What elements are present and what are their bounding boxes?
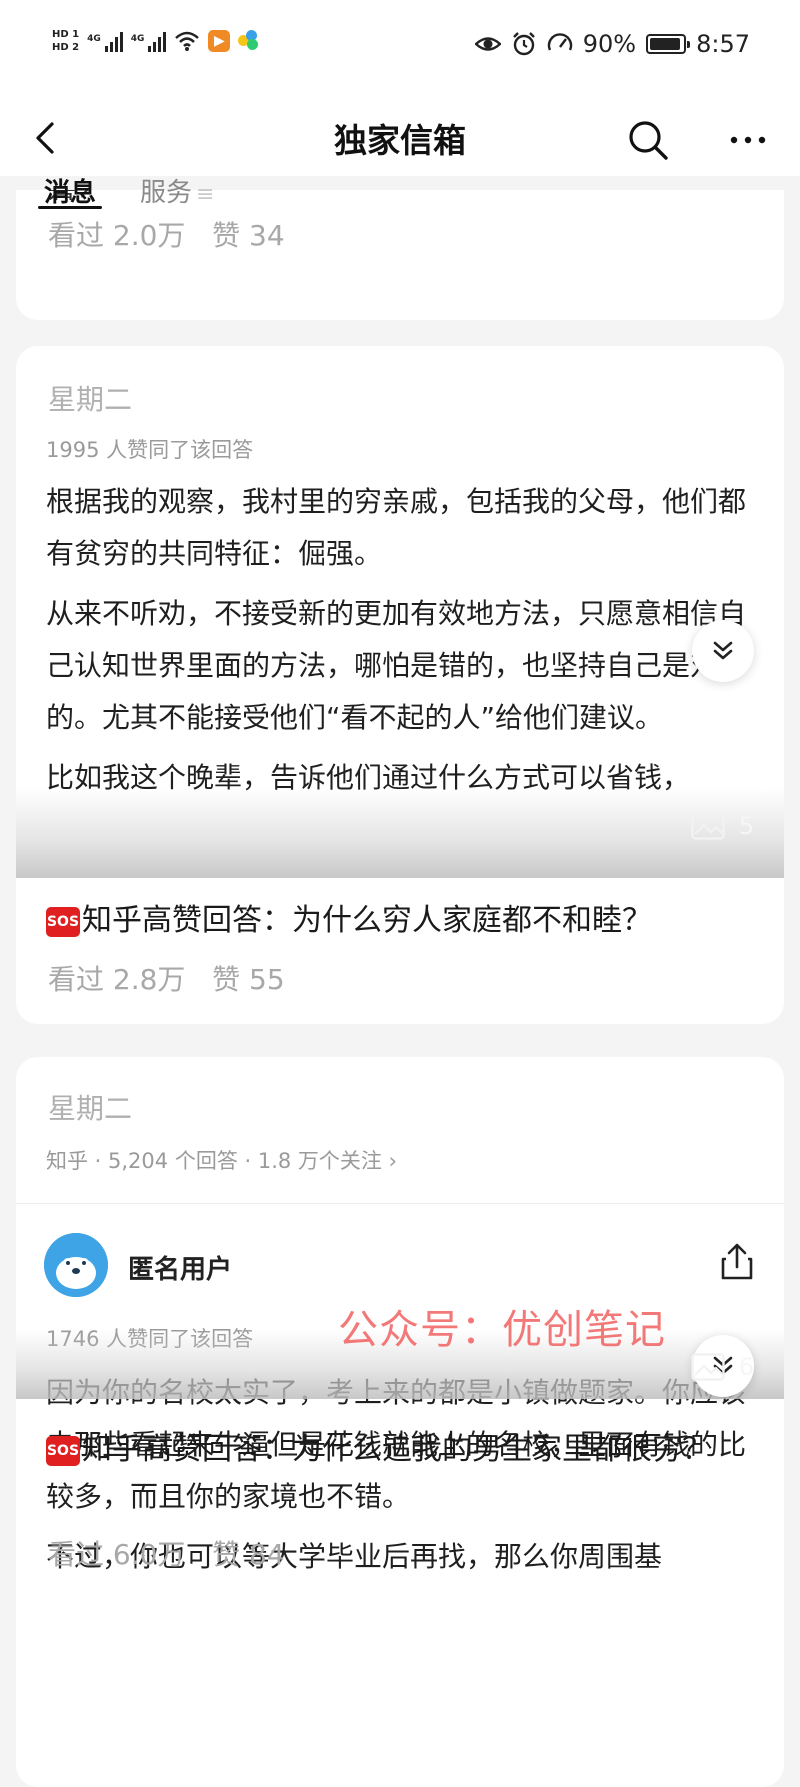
image-icon [691, 1353, 725, 1381]
list-icon: ≡ [196, 182, 215, 207]
image-count-value: 5 [738, 812, 754, 840]
signal-icon-2 [148, 30, 167, 52]
answer-excerpt: 因为你的名校太实了，考上来的都是小镇做题家。你应该去那些看起来牛逼但是花钱就能上… [46, 1367, 750, 1667]
username[interactable]: 匿名用户 [128, 1249, 232, 1286]
sos-icon: SOS [46, 1435, 80, 1466]
article-title-text: 知乎高赞回答：为什么追我的男生家里都很穷？ [82, 1432, 712, 1467]
sim1-label: HD 1 [52, 29, 80, 40]
image-count: 5 [691, 812, 754, 840]
card-date: 星期二 [48, 1092, 133, 1125]
network-type-2: 4G [130, 34, 145, 44]
status-left: HD 1 HD 2 4G 4G ▶ [52, 28, 260, 54]
app-notification-icon-2 [238, 30, 260, 52]
views-count: 看过 6.0万 [48, 1538, 186, 1571]
article-stats: 看过 2.0万 赞 34 [48, 214, 285, 254]
article-title[interactable]: SOS知乎高赞回答：为什么穷人家庭都不和睦？ [46, 898, 766, 944]
divider [16, 1203, 784, 1204]
tab-bar: 消息 服务 ≡ [0, 172, 800, 212]
views-count: 看过 2.0万 [48, 219, 186, 252]
likes-count: 赞 55 [212, 963, 285, 996]
share-icon[interactable] [720, 1243, 754, 1281]
eye-icon [474, 37, 501, 51]
article-title-text: 知乎高赞回答：为什么穷人家庭都不和睦？ [82, 903, 652, 938]
sos-icon: SOS [46, 906, 80, 937]
search-icon[interactable] [626, 118, 670, 162]
tab-services-label: 服务 [140, 178, 193, 208]
avatar[interactable] [44, 1233, 108, 1297]
network-type-1: 4G [87, 34, 101, 44]
tab-services[interactable]: 服务 ≡ [140, 172, 214, 209]
expand-button[interactable] [692, 620, 754, 682]
question-meta-text: 知乎 · 5,204 个回答 · 1.8 万个关注 [46, 1149, 382, 1173]
top-navbar: 独家信箱 [0, 100, 800, 176]
likes-count: 赞 84 [212, 1538, 285, 1571]
image-count-value: 6 [738, 1353, 754, 1381]
agree-count: 1995 人赞同了该回答 [46, 438, 254, 462]
watermark: 公众号：优创笔记 [338, 1307, 666, 1353]
image-count: 6 [691, 1353, 754, 1381]
signal-icon [104, 30, 123, 52]
alarm-icon [512, 32, 535, 56]
status-bar: HD 1 HD 2 4G 4G ▶ 90% 8:57 [0, 0, 800, 100]
likes-count: 赞 34 [212, 219, 285, 252]
answer-paragraph: 从来不听劝，不接受新的更加有效地方法，只愿意相信自己认知世界里面的方法，哪怕是错… [46, 597, 747, 734]
answer-paragraph: 根据我的观察，我村里的穷亲戚，包括我的父母，他们都有贫穷的共同特征：倔强。 [46, 485, 747, 570]
speed-icon [547, 33, 572, 51]
more-menu-icon[interactable] [726, 118, 770, 162]
article-stats: 看过 6.0万 赞 84 [48, 1533, 285, 1573]
excerpt-fade [16, 788, 784, 878]
battery-icon [646, 34, 691, 54]
views-count: 看过 2.8万 [48, 963, 186, 996]
article-stats: 看过 2.8万 赞 55 [48, 958, 285, 998]
card-date: 星期二 [48, 383, 133, 416]
sim2-label: HD 2 [52, 42, 80, 53]
clock: 8:57 [696, 30, 750, 58]
tab-messages[interactable]: 消息 [37, 172, 103, 209]
article-card-1[interactable]: 星期二 1995 人赞同了该回答 根据我的观察，我村里的穷亲戚，包括我的父母，他… [16, 346, 784, 1024]
anonymous-avatar-icon [44, 1233, 108, 1297]
wifi-icon [175, 31, 200, 51]
app-notification-icon: ▶ [208, 30, 231, 52]
question-meta[interactable]: 知乎 · 5,204 个回答 · 1.8 万个关注 › [46, 1145, 397, 1175]
article-title[interactable]: SOS知乎高赞回答：为什么追我的男生家里都很穷？ [46, 1427, 766, 1473]
battery-percent: 90% [582, 30, 637, 58]
chevron-right-icon: › [388, 1149, 398, 1173]
article-card-2[interactable]: 星期二 知乎 · 5,204 个回答 · 1.8 万个关注 › 匿名用户 174… [16, 1057, 784, 1787]
status-right: 90% 8:57 [474, 30, 750, 58]
page-title: 独家信箱 [334, 121, 466, 160]
double-chevron-down-icon [713, 641, 733, 660]
image-icon [691, 812, 725, 840]
sim-indicator: HD 1 HD 2 [52, 28, 79, 54]
